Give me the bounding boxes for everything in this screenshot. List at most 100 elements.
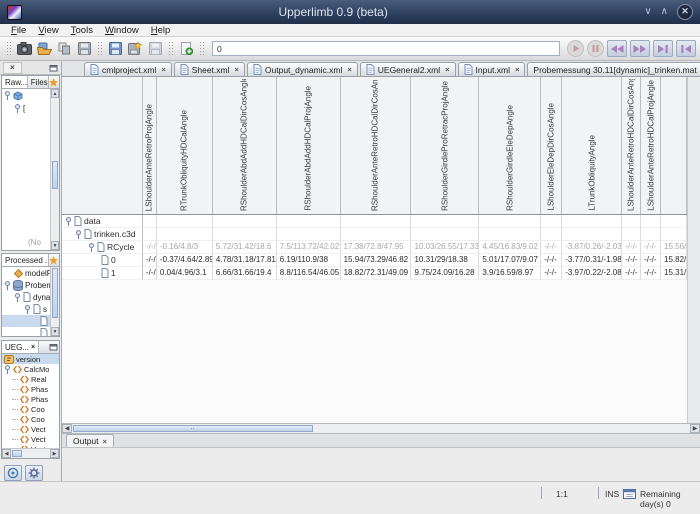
wizard-icon[interactable] [49,256,58,265]
column-header[interactable]: RShoulderAnteRetroHDCalDirCosAngle [341,77,412,214]
expand-handle-icon[interactable] [14,293,21,302]
tree-node[interactable]: [ [2,102,50,115]
close-icon[interactable]: × [3,62,22,74]
table-cell[interactable] [641,215,661,228]
toolbar-grip[interactable] [6,41,11,57]
tree-node[interactable] [2,315,50,327]
tab-output[interactable]: Output × [66,434,114,447]
toolbar-grip[interactable] [97,41,102,57]
tree-node[interactable]: s [2,303,50,315]
table-cell[interactable]: 9.75/24.09/16.28 [411,267,479,280]
close-button[interactable]: ✕ [677,4,693,20]
tree-node[interactable]: Probem [2,279,50,291]
table-cell[interactable]: -0.16/4.8/3 [157,241,213,254]
column-header[interactable]: LShoulderAnteRetroHDCalProjAngle [641,77,661,214]
table-cell[interactable] [411,215,479,228]
table-cell[interactable] [562,215,622,228]
tab-processed[interactable]: Processed ... [2,254,49,266]
table-cell[interactable] [661,228,687,241]
table-cell[interactable]: 8.8/116.54/46.05 [277,267,341,280]
column-header[interactable]: RShoulderAbdAddHDCalProjAngle [277,77,341,214]
table-cell[interactable]: -/-/- [641,267,661,280]
wizard-icon[interactable] [49,78,58,87]
table-cell[interactable]: -/-/- [641,241,661,254]
table-cell[interactable] [143,228,157,241]
table-cell[interactable]: -/-/- [541,254,562,267]
tree-cell[interactable]: 0 [62,254,143,267]
expand-handle-icon[interactable] [14,104,21,113]
scroll-left-icon[interactable]: ◀ [2,449,11,458]
minimize-icon[interactable]: ∨ [644,7,651,17]
add-frame-button[interactable] [176,39,196,58]
table-cell[interactable] [157,215,213,228]
table-row[interactable]: 1-/-/-0.04/4.96/3.16.66/31.66/19.48.8/11… [62,267,687,280]
table-cell[interactable] [143,215,157,228]
expand-handle-icon[interactable] [65,217,72,226]
scroll-right-icon[interactable]: ▶ [50,449,59,458]
table-cell[interactable] [411,228,479,241]
tree-cell[interactable]: RCycle [62,241,143,254]
table-cell[interactable]: -0.37/4.64/2.89 [157,254,213,267]
column-header[interactable] [661,77,687,214]
table-cell[interactable] [661,215,687,228]
settings-button[interactable] [25,465,43,481]
close-icon[interactable]: × [103,437,107,446]
close-icon[interactable]: × [161,65,165,74]
table-cell[interactable] [479,215,541,228]
menu-item-tools[interactable]: Tools [65,25,99,36]
save-all-button[interactable] [145,39,165,58]
table-cell[interactable] [622,228,641,241]
tree-node[interactable]: version [2,354,59,364]
table-cell[interactable] [541,215,562,228]
skip-end-button[interactable] [653,40,673,57]
rewind-button[interactable] [607,40,627,57]
editor-tab[interactable]: Input.xml× [458,62,526,76]
table-cell[interactable] [213,215,277,228]
play-button[interactable] [567,40,584,57]
editor-tab[interactable]: Output_dynamic.xml× [247,62,358,76]
table-cell[interactable]: -/-/- [143,267,157,280]
scroll-down-icon[interactable]: ▼ [51,241,59,250]
table-row[interactable]: data [62,215,687,228]
snapshot-button[interactable] [14,39,34,58]
save-button[interactable] [74,39,94,58]
pause-button[interactable] [587,40,604,57]
tree-node[interactable]: Vect [2,434,59,444]
table-cell[interactable]: -/-/- [541,267,562,280]
table-cell[interactable] [562,228,622,241]
import-button[interactable] [105,39,125,58]
table-cell[interactable]: 5.72/31.42/18.6 [213,241,277,254]
editor-tab[interactable]: Probemessung 30.11[dynamic]_trinken.mat× [527,62,700,76]
editor-tab[interactable]: cmlproject.xml× [84,62,172,76]
expand-handle-icon[interactable] [4,281,11,290]
tree-node[interactable]: Coo [2,414,59,424]
menu-item-help[interactable]: Help [145,25,177,36]
table-cell[interactable]: -/-/- [641,254,661,267]
table-cell[interactable]: 18.82/72.31/49.09 [341,267,412,280]
table-cell[interactable]: 4.78/31.18/17.81 [213,254,277,267]
scroll-left-icon[interactable]: ◀ [62,424,72,433]
frame-number-input[interactable] [212,41,560,56]
scrollbar[interactable]: ▲ ▼ [50,89,59,250]
table-cell[interactable]: 6.66/31.66/19.4 [213,267,277,280]
table-cell[interactable] [622,215,641,228]
expand-handle-icon[interactable] [75,230,82,239]
editor-tab[interactable]: Sheet.xml× [174,62,245,76]
expand-handle-icon[interactable] [24,305,31,314]
column-header[interactable]: LTrunkObliquityAngle [562,77,622,214]
tab-files[interactable]: Files [28,76,49,88]
close-icon[interactable]: × [515,65,519,74]
table-cell[interactable]: 10.31/29/18.38 [411,254,479,267]
tree-node[interactable]: Coo [2,404,59,414]
table-cell[interactable]: 5.01/17.07/9.07 [479,254,541,267]
column-header[interactable]: RShoulderGirdleProRetracProjAngle [411,77,479,214]
column-header[interactable]: LShoulderAnteRetroHDCalDirCosAngle [622,77,641,214]
menu-item-window[interactable]: Window [99,25,145,36]
table-row[interactable]: RCycle-/-/--0.16/4.8/35.72/31.42/18.67.5… [62,241,687,254]
toolbar-grip[interactable] [199,41,204,57]
scrollbar-thumb[interactable] [73,425,313,432]
toolbar-grip[interactable] [168,41,173,57]
table-cell[interactable]: -/-/- [541,241,562,254]
table-cell[interactable]: 15.31/2 [661,267,687,280]
table-row[interactable]: trinken.c3d [62,228,687,241]
